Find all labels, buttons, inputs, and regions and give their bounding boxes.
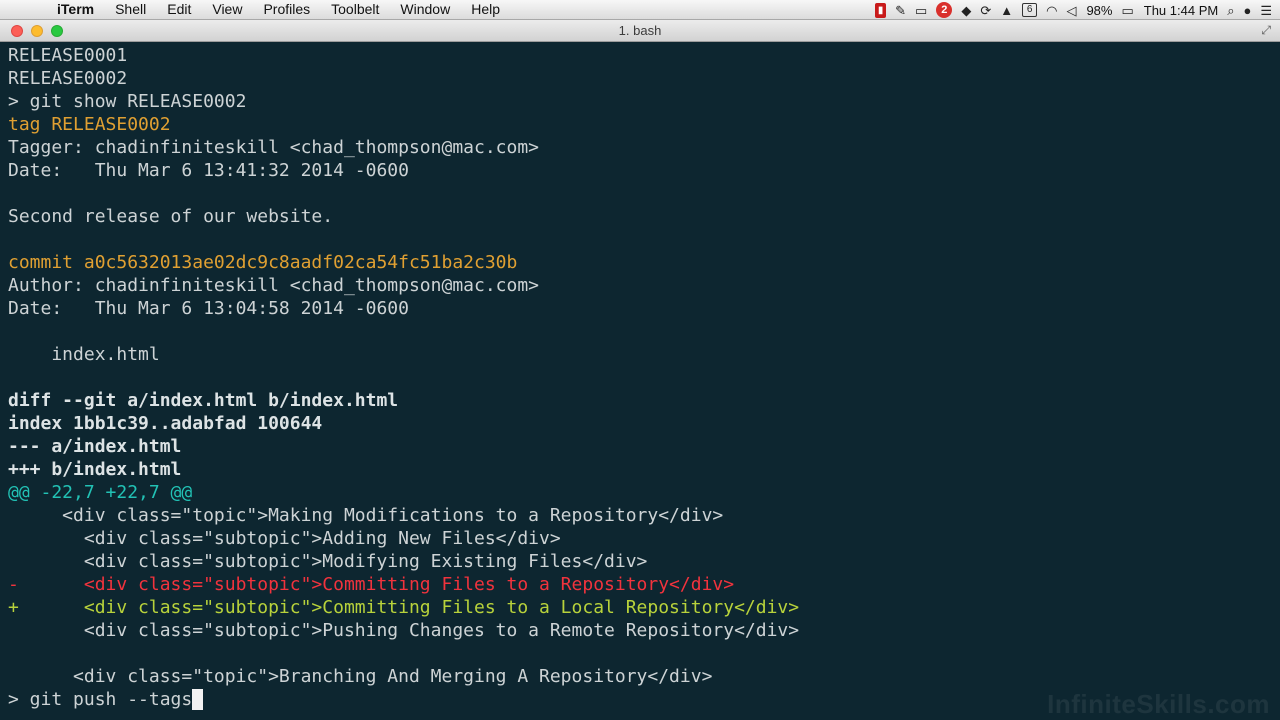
menu-window[interactable]: Window bbox=[400, 0, 450, 20]
terminal-text: index.html bbox=[8, 344, 160, 365]
terminal-line: > git show RELEASE0002 bbox=[8, 90, 1272, 113]
terminal-line: <div class="subtopic">Adding New Files</… bbox=[8, 527, 1272, 550]
input-source-icon[interactable]: 6 bbox=[1022, 3, 1038, 17]
window-titlebar[interactable]: 1. bash ⤢ bbox=[0, 20, 1280, 42]
terminal-text: <div class="subtopic">Adding New Files</… bbox=[8, 528, 561, 549]
battery-percent[interactable]: 98% bbox=[1086, 1, 1112, 20]
clock[interactable]: Thu 1:44 PM bbox=[1144, 1, 1218, 20]
terminal-text: index 1bb1c39..adabfad 100644 bbox=[8, 413, 323, 434]
terminal-line: RELEASE0002 bbox=[8, 67, 1272, 90]
terminal-line: Date: Thu Mar 6 13:41:32 2014 -0600 bbox=[8, 159, 1272, 182]
battery-icon[interactable]: ▭ bbox=[1121, 1, 1133, 20]
terminal-line: diff --git a/index.html b/index.html bbox=[8, 389, 1272, 412]
terminal-text: Tagger: chadinfiniteskill <chad_thompson… bbox=[8, 137, 540, 158]
terminal-text: commit a0c5632013ae02dc9c8aadf02ca54fc51… bbox=[8, 252, 518, 273]
terminal-text: Second release of our website. bbox=[8, 206, 334, 227]
terminal-line: RELEASE0001 bbox=[8, 44, 1272, 67]
volume-icon[interactable]: ◁ bbox=[1066, 1, 1076, 20]
prompt-command: > git push --tags bbox=[8, 689, 193, 710]
notification-badge[interactable]: 2 bbox=[936, 2, 953, 18]
terminal-lines: RELEASE0001 RELEASE0002 > git show RELEASE… bbox=[8, 44, 1272, 688]
terminal-text: RELEASE0002 bbox=[8, 68, 128, 89]
terminal-line: --- a/index.html bbox=[8, 435, 1272, 458]
terminal-text: <div class="topic">Making Modifications … bbox=[8, 505, 724, 526]
terminal-line: Author: chadinfiniteskill <chad_thompson… bbox=[8, 274, 1272, 297]
terminal-text: --- a/index.html bbox=[8, 436, 182, 457]
terminal-line: tag RELEASE0002 bbox=[8, 113, 1272, 136]
terminal-text: > git show RELEASE0002 bbox=[8, 91, 247, 112]
terminal-line: <div class="topic">Branching And Merging… bbox=[8, 665, 1272, 688]
user-icon[interactable]: ● bbox=[1243, 1, 1251, 20]
terminal-text: Date: Thu Mar 6 13:41:32 2014 -0600 bbox=[8, 160, 409, 181]
terminal-line: index 1bb1c39..adabfad 100644 bbox=[8, 412, 1272, 435]
terminal-line: - <div class="subtopic">Committing Files… bbox=[8, 573, 1272, 596]
terminal-text: <div class="subtopic">Pushing Changes to… bbox=[8, 620, 800, 641]
terminal-text: +++ b/index.html bbox=[8, 459, 182, 480]
status-area: ▮ ✎ ▭ 2 ◆ ⟳ ▲ 6 ◠ ◁ 98% ▭ Thu 1:44 PM ⌕ … bbox=[866, 0, 1272, 20]
terminal-line: <div class="topic">Making Modifications … bbox=[8, 504, 1272, 527]
fullscreen-icon[interactable]: ⤢ bbox=[1261, 23, 1271, 38]
terminal-line: commit a0c5632013ae02dc9c8aadf02ca54fc51… bbox=[8, 251, 1272, 274]
terminal-text: tag RELEASE0002 bbox=[8, 114, 171, 135]
tool-icon[interactable]: ✎ bbox=[895, 1, 906, 20]
terminal-text: <div class="topic">Branching And Merging… bbox=[8, 666, 713, 687]
sync-icon[interactable]: ⟳ bbox=[980, 1, 991, 20]
terminal-line: + <div class="subtopic">Committing Files… bbox=[8, 596, 1272, 619]
evernote-icon[interactable]: ◆ bbox=[961, 1, 971, 20]
terminal-line: Second release of our website. bbox=[8, 205, 1272, 228]
terminal-line: Date: Thu Mar 6 13:04:58 2014 -0600 bbox=[8, 297, 1272, 320]
bell-icon[interactable]: ▲ bbox=[1000, 1, 1013, 20]
menu-view[interactable]: View bbox=[212, 0, 242, 20]
notification-center-icon[interactable]: ☰ bbox=[1260, 1, 1272, 20]
terminal-text: diff --git a/index.html b/index.html bbox=[8, 390, 399, 411]
recording-icon[interactable]: ▮ bbox=[875, 2, 887, 18]
terminal-line: @@ -22,7 +22,7 @@ bbox=[8, 481, 1272, 504]
terminal-text: Author: chadinfiniteskill <chad_thompson… bbox=[8, 275, 540, 296]
terminal-text: + <div class="subtopic">Committing Files… bbox=[8, 597, 800, 618]
terminal-line: <div class="subtopic">Pushing Changes to… bbox=[8, 619, 1272, 642]
watermark-logo: InfiniteSkills.com bbox=[1047, 689, 1270, 719]
terminal-text: @@ -22,7 +22,7 @@ bbox=[8, 482, 193, 503]
menu-list: iTerm Shell Edit View Profiles Toolbelt … bbox=[57, 0, 521, 20]
spotlight-search-icon[interactable]: ⌕ bbox=[1227, 1, 1234, 20]
terminal-text: - <div class="subtopic">Committing Files… bbox=[8, 574, 735, 595]
text-cursor bbox=[192, 689, 204, 710]
menu-app-name[interactable]: iTerm bbox=[57, 0, 94, 20]
menu-help[interactable]: Help bbox=[471, 0, 500, 20]
menu-toolbelt[interactable]: Toolbelt bbox=[331, 0, 379, 20]
menu-edit[interactable]: Edit bbox=[167, 0, 191, 20]
menu-shell[interactable]: Shell bbox=[115, 0, 146, 20]
terminal-line: +++ b/index.html bbox=[8, 458, 1272, 481]
terminal-line: Tagger: chadinfiniteskill <chad_thompson… bbox=[8, 136, 1272, 159]
terminal-line: index.html bbox=[8, 343, 1272, 366]
window-title: 1. bash bbox=[618, 23, 662, 38]
terminal-text: <div class="subtopic">Modifying Existing… bbox=[8, 551, 648, 572]
terminal-line: <div class="subtopic">Modifying Existing… bbox=[8, 550, 1272, 573]
terminal-output[interactable]: RELEASE0001 RELEASE0002 > git show RELEASE… bbox=[8, 44, 1272, 720]
terminal-text: RELEASE0001 bbox=[8, 45, 128, 66]
menu-bar: iTerm Shell Edit View Profiles Toolbelt … bbox=[0, 0, 1280, 20]
wifi-icon[interactable]: ◠ bbox=[1046, 1, 1057, 20]
airplay-icon[interactable]: ▭ bbox=[915, 1, 927, 20]
menu-profiles[interactable]: Profiles bbox=[263, 0, 310, 20]
terminal-text: Date: Thu Mar 6 13:04:58 2014 -0600 bbox=[8, 298, 409, 319]
